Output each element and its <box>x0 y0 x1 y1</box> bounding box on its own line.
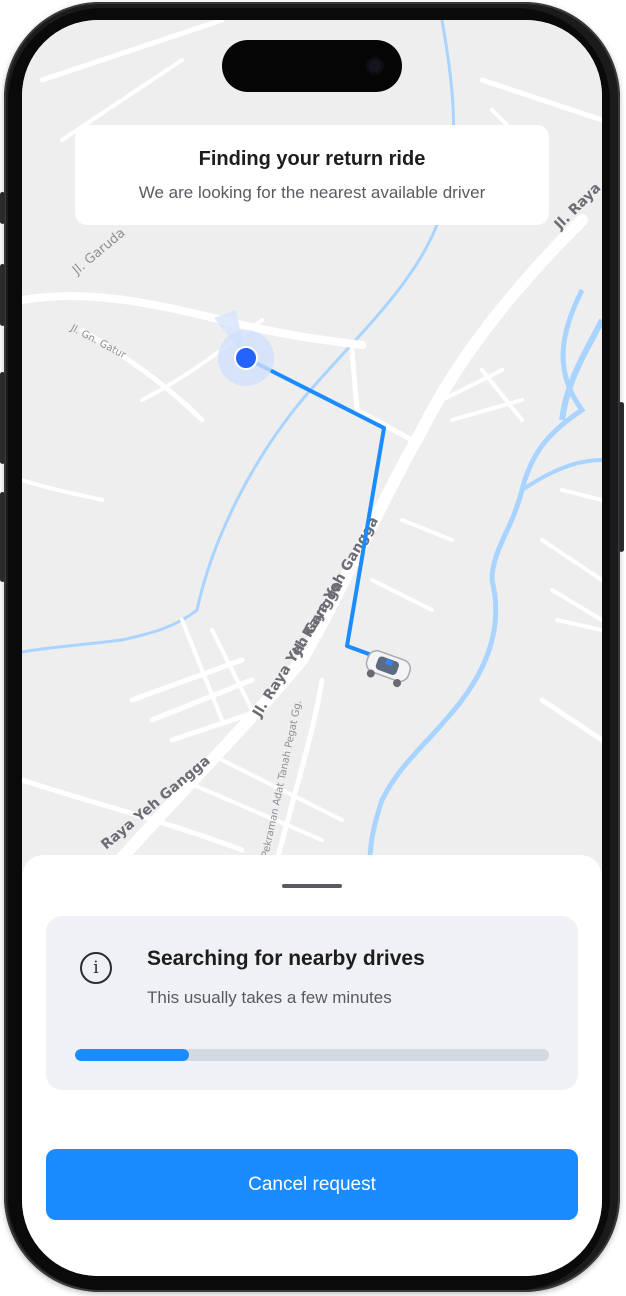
cancel-request-button[interactable]: Cancel request <box>46 1149 578 1220</box>
power-button <box>619 402 624 552</box>
bottom-sheet: i Searching for nearby drives This usual… <box>22 855 602 1276</box>
sheet-drag-handle[interactable] <box>282 884 342 888</box>
info-icon: i <box>80 952 112 984</box>
action-button <box>0 192 5 224</box>
volume-up-button <box>0 264 5 326</box>
status-subtitle: We are looking for the nearest available… <box>138 183 486 202</box>
side-button-left <box>0 492 5 582</box>
pickup-location-marker <box>234 346 258 370</box>
screen: Jl. Garuda Jl. Gn. Gatur Jl. Raya Yeh Ga… <box>22 20 602 1276</box>
search-subtitle: This usually takes a few minutes <box>147 988 392 1007</box>
front-camera-icon <box>366 57 384 75</box>
dynamic-island <box>222 40 402 92</box>
search-progress-bar <box>75 1049 549 1061</box>
volume-down-button <box>0 372 5 464</box>
status-title: Finding your return ride <box>198 148 426 170</box>
search-panel: i Searching for nearby drives This usual… <box>46 916 578 1090</box>
status-card: Finding your return ride We are looking … <box>75 125 549 225</box>
search-progress-fill <box>75 1049 189 1061</box>
search-title: Searching for nearby drives <box>147 947 425 970</box>
